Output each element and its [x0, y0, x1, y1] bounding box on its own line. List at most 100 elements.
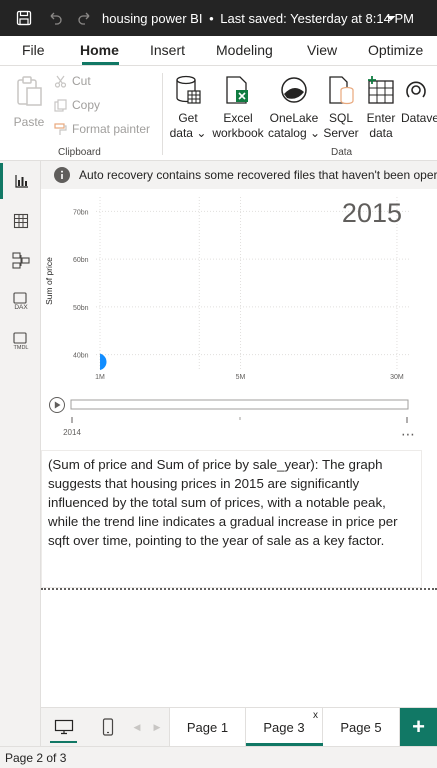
undo-icon[interactable]: [46, 9, 64, 27]
get-data-label-line1: Get: [178, 111, 198, 125]
tmdl-view-icon[interactable]: TMDL: [0, 323, 41, 359]
sql-server-button[interactable]: SQL Server: [321, 75, 361, 141]
auto-recovery-infobar: Auto recovery contains some recovered fi…: [41, 161, 437, 189]
ribbon: Paste Cut Copy Format painter Clipboard …: [0, 67, 437, 161]
get-data-label-line2: data ⌄: [169, 126, 207, 140]
enter-data-label-line2: data: [369, 126, 393, 140]
report-view-icon[interactable]: [0, 163, 41, 199]
y-tick-label: 60bn: [73, 257, 89, 264]
menu-file[interactable]: File: [22, 35, 45, 65]
copy-label: Copy: [72, 98, 101, 112]
menu-bar: File Home Insert Modeling View Optimize: [0, 36, 437, 66]
page-tab-page-1[interactable]: Page 1: [169, 708, 246, 746]
y-tick-label: 70bn: [73, 209, 89, 216]
y-tick-label: 40bn: [73, 353, 89, 360]
format-painter-button[interactable]: Format painter: [54, 122, 150, 136]
clipboard-group-label: Clipboard: [58, 147, 101, 158]
page-tab-label: Page 3: [263, 719, 305, 735]
cut-button[interactable]: Cut: [54, 74, 91, 88]
menu-modeling[interactable]: Modeling: [216, 35, 273, 65]
status-bar: Page 2 of 3: [0, 746, 437, 768]
title-separator: •: [209, 11, 214, 26]
close-page-icon[interactable]: x: [313, 710, 318, 721]
get-data-button[interactable]: Get data ⌄: [168, 75, 208, 141]
narrative-text: (Sum of price and Sum of price by sale_y…: [48, 457, 398, 548]
page-tab-label: Page 1: [186, 719, 229, 735]
page-scroll-left-icon[interactable]: ◀: [130, 708, 144, 746]
play-axis-year-label: 2015: [342, 198, 402, 228]
svg-text:DAX: DAX: [14, 304, 28, 311]
title-bar: housing power BI • Last saved: Yesterday…: [0, 0, 437, 36]
enter-data-icon: [368, 76, 394, 104]
menu-insert[interactable]: Insert: [150, 35, 185, 65]
page-scroll-right-icon[interactable]: ▶: [150, 708, 164, 746]
sql-label-line1: SQL: [328, 111, 353, 125]
enter-data-label-line1: Enter: [366, 111, 396, 125]
enter-data-button[interactable]: Enter data: [362, 75, 400, 141]
smart-narrative-visual[interactable]: (Sum of price and Sum of price by sale_y…: [41, 450, 422, 588]
redo-icon[interactable]: [76, 9, 94, 27]
desktop-active-underline: [50, 741, 77, 743]
menu-optimize[interactable]: Optimize: [368, 35, 423, 65]
dataverse-icon: [406, 81, 426, 98]
add-page-button[interactable]: +: [400, 708, 437, 746]
copy-button[interactable]: Copy: [54, 98, 100, 112]
data-group-label: Data: [331, 147, 353, 158]
y-tick-label: 50bn: [73, 305, 89, 312]
plus-icon: +: [412, 714, 425, 739]
sql-server-icon: [329, 76, 354, 105]
onelake-catalog-button[interactable]: OneLake catalog ⌄: [267, 75, 321, 141]
y-axis-ticks: 40bn 50bn 60bn 70bn: [73, 209, 89, 359]
model-view-icon[interactable]: [0, 243, 41, 279]
paste-button[interactable]: Paste: [10, 75, 48, 130]
menu-view[interactable]: View: [307, 35, 337, 65]
title-dropdown-icon[interactable]: [382, 9, 400, 27]
onelake-label-line2: catalog ⌄: [267, 126, 321, 140]
onelake-label-line1: OneLake: [269, 111, 319, 125]
dax-query-view-icon[interactable]: DAX: [0, 283, 41, 319]
scissors-icon: [54, 75, 67, 88]
data-point: [100, 353, 107, 371]
excel-workbook-button[interactable]: Excel workbook: [210, 75, 266, 141]
save-icon[interactable]: [15, 9, 33, 27]
copy-icon: [54, 98, 67, 112]
x-tick-label: 30M: [390, 374, 404, 381]
page-tab-page-3[interactable]: Page 3 x: [246, 708, 323, 746]
excel-icon: [226, 76, 248, 104]
data-points: [100, 353, 107, 371]
report-canvas: 40bn 50bn 60bn 70bn 1M 5M 30M Sum of price 20…: [41, 189, 437, 707]
paste-icon: [17, 76, 42, 106]
window-title: housing power BI • Last saved: Yesterday…: [102, 11, 414, 26]
page-tab-label: Page 5: [340, 719, 382, 735]
menu-home[interactable]: Home: [80, 35, 119, 65]
table-view-icon[interactable]: [0, 203, 41, 239]
cut-label: Cut: [72, 74, 91, 88]
dataverse-label: Datave: [401, 111, 437, 125]
play-axis-track[interactable]: [70, 399, 409, 410]
info-icon: [54, 167, 70, 183]
x-axis-ticks: 1M 5M 30M: [95, 374, 404, 381]
dataverse-button[interactable]: Datave: [401, 75, 437, 126]
svg-text:TMDL: TMDL: [13, 345, 28, 351]
more-options-icon[interactable]: ⋯: [401, 427, 415, 443]
y-axis-label: Sum of price: [44, 257, 54, 305]
play-axis: 2014: [49, 397, 409, 437]
excel-label-line2: workbook: [212, 126, 264, 140]
onelake-icon: [281, 77, 307, 103]
desktop-layout-icon[interactable]: [41, 708, 86, 746]
paste-label: Paste: [13, 115, 45, 129]
ribbon-separator: [162, 73, 163, 155]
page-tabs-bar: ◀ ▶ Page 1 Page 3 x Page 5 +: [41, 707, 437, 746]
mobile-layout-icon[interactable]: [92, 708, 124, 746]
page-tab-page-5[interactable]: Page 5: [323, 708, 400, 746]
file-name: housing power BI: [102, 11, 203, 26]
play-axis-start-label: 2014: [63, 428, 81, 437]
format-painter-icon: [54, 122, 67, 135]
x-tick-label: 1M: [95, 374, 105, 381]
view-switcher-rail: DAX TMDL: [0, 161, 41, 746]
active-menu-underline: [82, 62, 119, 65]
page-boundary-dotted-line: [41, 588, 437, 590]
scatter-chart[interactable]: 40bn 50bn 60bn 70bn 1M 5M 30M Sum of price 20…: [41, 189, 437, 444]
auto-recovery-message: Auto recovery contains some recovered fi…: [79, 168, 437, 182]
database-icon: [176, 75, 201, 104]
